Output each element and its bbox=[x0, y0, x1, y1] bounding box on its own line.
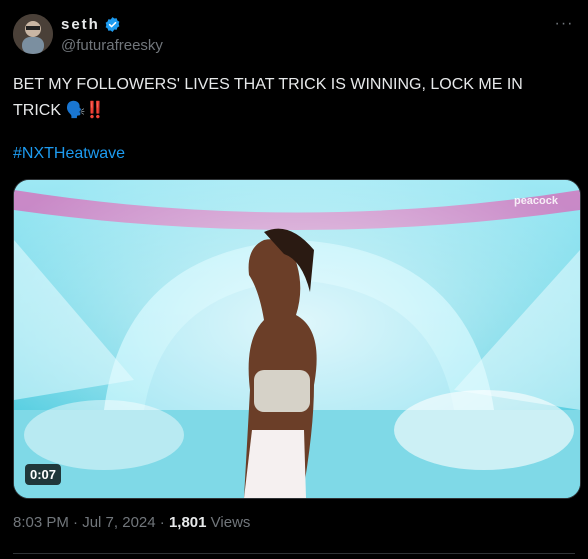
verified-badge-icon bbox=[104, 16, 121, 33]
meta-separator: · bbox=[155, 514, 169, 531]
more-horizontal-icon[interactable]: ··· bbox=[554, 14, 574, 34]
tweet-meta: 8:03 PM · Jul 7, 2024 · 1,801 Views bbox=[13, 514, 250, 531]
meta-separator: · bbox=[68, 514, 83, 531]
video-duration: 0:07 bbox=[25, 464, 62, 485]
tweet-date[interactable]: Jul 7, 2024 bbox=[82, 514, 155, 531]
peacock-watermark: peacock bbox=[513, 195, 558, 207]
avatar[interactable] bbox=[13, 14, 53, 54]
view-count: 1,801 bbox=[168, 514, 207, 531]
tweet-emoji: 🗣️‼️ bbox=[65, 100, 106, 119]
tweet: seth @futurafreesky ··· BET MY FOLLOWERS… bbox=[0, 0, 588, 559]
tweet-time[interactable]: 8:03 PM bbox=[13, 514, 69, 531]
author-name-row[interactable]: seth bbox=[61, 16, 121, 33]
divider bbox=[13, 553, 575, 554]
video-frame bbox=[14, 180, 580, 498]
display-name[interactable]: seth bbox=[61, 16, 100, 33]
video-player[interactable]: peacock 0:07 bbox=[13, 179, 581, 499]
hashtag-link[interactable]: #NXTHeatwave bbox=[13, 145, 125, 163]
views-label: Views bbox=[206, 514, 251, 531]
tweet-text: BET MY FOLLOWERS' LIVES THAT TRICK IS WI… bbox=[13, 72, 573, 123]
author-handle[interactable]: @futurafreesky bbox=[61, 37, 163, 54]
